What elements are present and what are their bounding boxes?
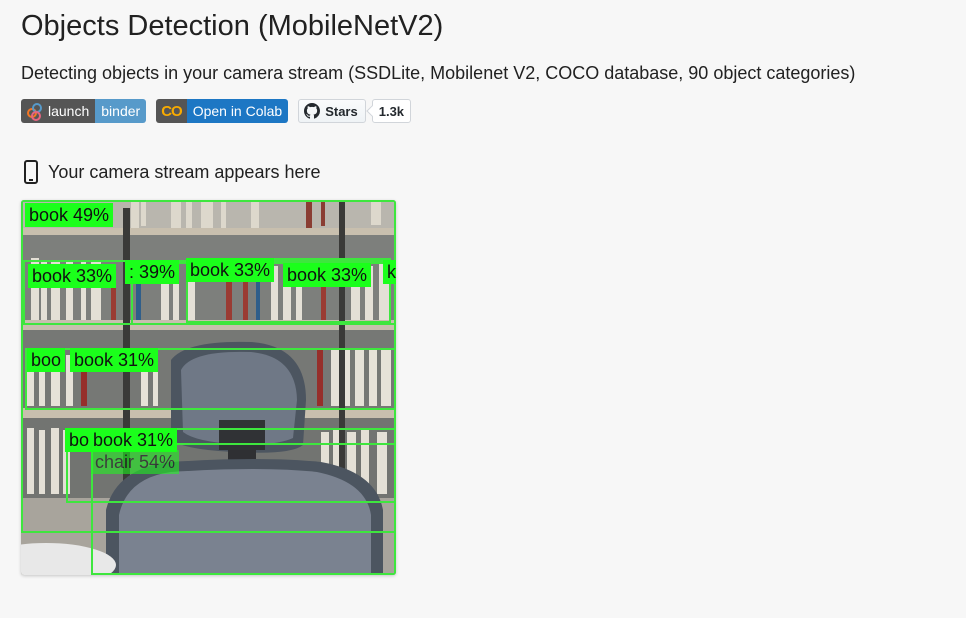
camera-stream[interactable]: book 49% book 33% : 39% book 33% book 33… [21,200,396,575]
detection-label: book 31% [70,348,159,372]
binder-badge-label: launch [48,103,90,119]
github-stars-count[interactable]: 1.3k [371,99,412,123]
colab-logo-icon: CO [161,102,182,120]
detection-label: book 33% [283,263,372,287]
page-title: Objects Detection (MobileNetV2) [21,10,444,42]
detection-label: : 39% [125,260,180,284]
detection-label: k [383,260,396,284]
github-stars-label: Stars [325,103,358,119]
github-stars-button[interactable]: Stars [298,99,366,123]
detection-label: book 49% [25,203,114,227]
detection-label: chair 54% [91,450,180,474]
detection-label: book 31% [89,428,178,452]
detection-label: book 33% [28,264,117,288]
launch-binder-badge[interactable]: launch binder [21,99,147,123]
detection-label: boo [27,348,66,372]
colab-badge-label: Open in Colab [186,99,289,123]
detection-label: book 33% [186,258,275,282]
open-in-colab-badge[interactable]: CO Open in Colab [156,99,289,123]
github-icon [304,103,321,119]
camera-caption: Your camera stream appears here [24,160,320,184]
badge-row: launch binder CO Open in Colab Stars 1.3… [21,99,412,123]
camera-caption-text: Your camera stream appears here [48,161,321,182]
page-subtitle: Detecting objects in your camera stream … [21,63,856,83]
binder-badge-value: binder [95,99,147,123]
binder-logo-icon [27,103,43,121]
phone-icon [24,160,38,184]
